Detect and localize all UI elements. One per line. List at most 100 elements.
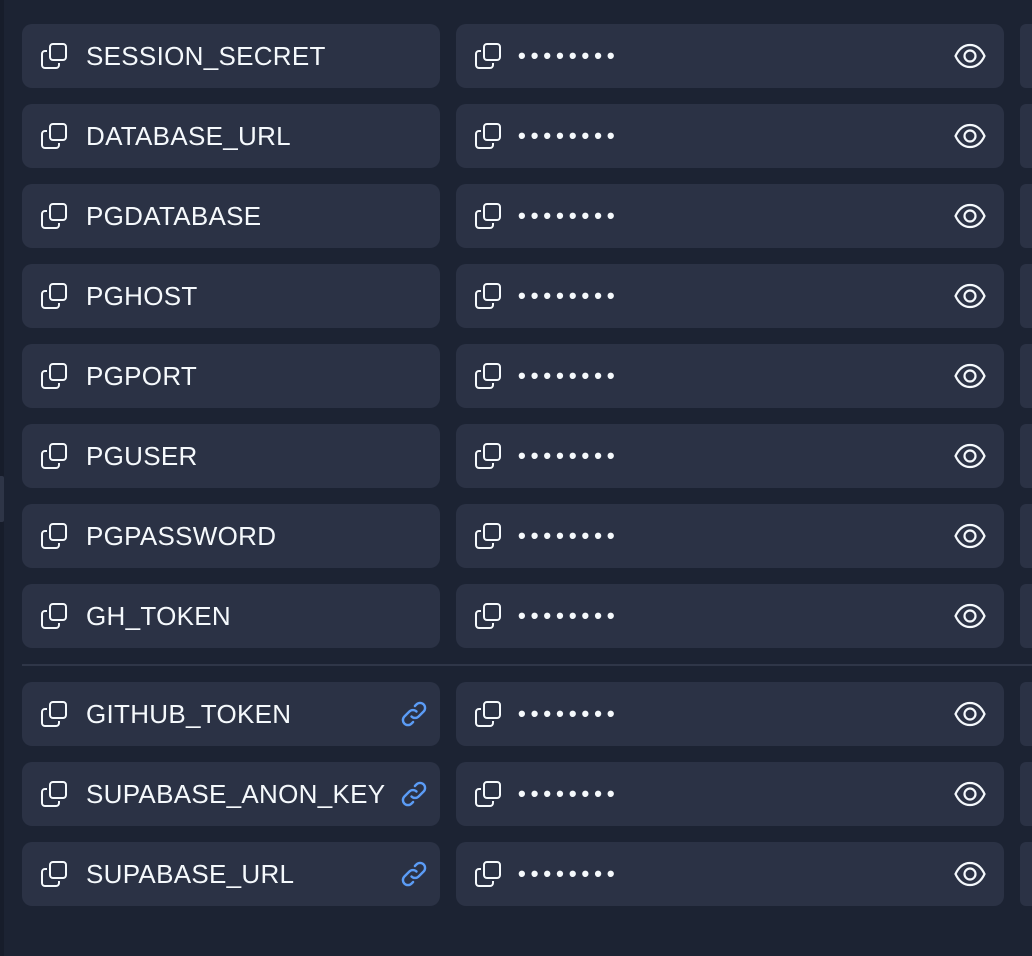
eye-icon[interactable] xyxy=(950,596,990,636)
row-actions-cell[interactable] xyxy=(1020,104,1032,168)
copy-icon[interactable] xyxy=(472,200,504,232)
secret-key-field[interactable]: PGDATABASE xyxy=(22,184,441,248)
row-actions-cell[interactable] xyxy=(1020,264,1032,328)
eye-icon[interactable] xyxy=(950,36,990,76)
copy-icon[interactable] xyxy=(472,600,504,632)
copy-icon[interactable] xyxy=(472,280,504,312)
secret-row: SUPABASE_ANON_KEY •••••••• xyxy=(22,762,1032,826)
secret-key-field[interactable]: GITHUB_TOKEN xyxy=(22,682,441,746)
secret-key-field[interactable]: PGPASSWORD xyxy=(22,504,441,568)
secret-value-field[interactable]: •••••••• xyxy=(456,104,1005,168)
secret-value-masked: •••••••• xyxy=(518,781,620,806)
panel-resize-handle[interactable] xyxy=(0,476,4,522)
secret-value-field[interactable]: •••••••• xyxy=(456,682,1005,746)
copy-icon[interactable] xyxy=(38,360,70,392)
secret-key-label: PGHOST xyxy=(86,280,198,311)
copy-icon[interactable] xyxy=(38,200,70,232)
row-actions-cell[interactable] xyxy=(1020,344,1032,408)
eye-icon[interactable] xyxy=(950,436,990,476)
copy-icon[interactable] xyxy=(472,40,504,72)
copy-icon[interactable] xyxy=(472,520,504,552)
link-icon xyxy=(396,696,432,732)
secret-key-field[interactable]: PGPORT xyxy=(22,344,441,408)
secret-row: PGPASSWORD •••••••• xyxy=(22,504,1032,568)
copy-icon[interactable] xyxy=(38,600,70,632)
copy-icon[interactable] xyxy=(38,440,70,472)
secret-value-masked: •••••••• xyxy=(518,861,620,886)
eye-icon[interactable] xyxy=(950,116,990,156)
secret-value-field[interactable]: •••••••• xyxy=(456,264,1005,328)
secret-value-field[interactable]: •••••••• xyxy=(456,762,1005,826)
secret-row: PGHOST •••••••• xyxy=(22,264,1032,328)
eye-icon[interactable] xyxy=(950,854,990,894)
eye-icon[interactable] xyxy=(950,774,990,814)
secret-key-field[interactable]: DATABASE_URL xyxy=(22,104,441,168)
secret-value-masked: •••••••• xyxy=(518,443,620,468)
secret-key-label: GITHUB_TOKEN xyxy=(86,698,292,729)
secrets-group: SESSION_SECRET •••••••• DATABASE_URL •••… xyxy=(22,24,1032,648)
copy-icon[interactable] xyxy=(472,360,504,392)
secret-value-field[interactable]: •••••••• xyxy=(456,24,1005,88)
secret-row: SUPABASE_URL •••••••• xyxy=(22,842,1032,906)
secret-value-field[interactable]: •••••••• xyxy=(456,504,1005,568)
copy-icon[interactable] xyxy=(38,280,70,312)
link-icon xyxy=(396,856,432,892)
secret-key-label: PGPASSWORD xyxy=(86,520,277,551)
linked-secrets-group: GITHUB_TOKEN •••••••• SUPABASE_ANON_KEY … xyxy=(22,682,1032,906)
eye-icon[interactable] xyxy=(950,694,990,734)
secret-value-masked: •••••••• xyxy=(518,523,620,548)
secret-key-field[interactable]: SESSION_SECRET xyxy=(22,24,441,88)
eye-icon[interactable] xyxy=(950,356,990,396)
row-actions-cell[interactable] xyxy=(1020,584,1032,648)
secret-key-label: PGPORT xyxy=(86,360,198,391)
secret-row: GITHUB_TOKEN •••••••• xyxy=(22,682,1032,746)
linked-secrets-divider xyxy=(22,664,1032,666)
secret-value-masked: •••••••• xyxy=(518,603,620,628)
secret-key-field[interactable]: SUPABASE_URL xyxy=(22,842,441,906)
secret-key-label: PGUSER xyxy=(86,440,198,471)
secret-row: PGPORT •••••••• xyxy=(22,344,1032,408)
secret-row: SESSION_SECRET •••••••• xyxy=(22,24,1032,88)
secret-value-field[interactable]: •••••••• xyxy=(456,344,1005,408)
copy-icon[interactable] xyxy=(38,858,70,890)
secret-value-field[interactable]: •••••••• xyxy=(456,184,1005,248)
secret-row: PGUSER •••••••• xyxy=(22,424,1032,488)
row-actions-cell[interactable] xyxy=(1020,842,1032,906)
secret-value-field[interactable]: •••••••• xyxy=(456,584,1005,648)
row-actions-cell[interactable] xyxy=(1020,424,1032,488)
copy-icon[interactable] xyxy=(472,858,504,890)
copy-icon[interactable] xyxy=(38,778,70,810)
secret-value-masked: •••••••• xyxy=(518,123,620,148)
secret-key-field[interactable]: SUPABASE_ANON_KEY xyxy=(22,762,441,826)
copy-icon[interactable] xyxy=(38,40,70,72)
secret-key-label: SESSION_SECRET xyxy=(86,40,326,71)
row-actions-cell[interactable] xyxy=(1020,682,1032,746)
copy-icon[interactable] xyxy=(38,120,70,152)
secret-key-label: PGDATABASE xyxy=(86,200,262,231)
secret-value-masked: •••••••• xyxy=(518,701,620,726)
secret-key-field[interactable]: PGHOST xyxy=(22,264,441,328)
eye-icon[interactable] xyxy=(950,276,990,316)
copy-icon[interactable] xyxy=(472,440,504,472)
eye-icon[interactable] xyxy=(950,196,990,236)
secret-value-field[interactable]: •••••••• xyxy=(456,842,1005,906)
eye-icon[interactable] xyxy=(950,516,990,556)
copy-icon[interactable] xyxy=(472,698,504,730)
secret-value-masked: •••••••• xyxy=(518,363,620,388)
secret-value-field[interactable]: •••••••• xyxy=(456,424,1005,488)
row-actions-cell[interactable] xyxy=(1020,184,1032,248)
secret-value-masked: •••••••• xyxy=(518,203,620,228)
secret-row: GH_TOKEN •••••••• xyxy=(22,584,1032,648)
secret-key-label: SUPABASE_ANON_KEY xyxy=(86,778,386,809)
row-actions-cell[interactable] xyxy=(1020,762,1032,826)
secrets-panel: SESSION_SECRET •••••••• DATABASE_URL •••… xyxy=(0,0,1032,956)
row-actions-cell[interactable] xyxy=(1020,504,1032,568)
copy-icon[interactable] xyxy=(472,120,504,152)
copy-icon[interactable] xyxy=(38,520,70,552)
row-actions-cell[interactable] xyxy=(1020,24,1032,88)
secret-key-field[interactable]: GH_TOKEN xyxy=(22,584,441,648)
secret-key-field[interactable]: PGUSER xyxy=(22,424,441,488)
copy-icon[interactable] xyxy=(38,698,70,730)
secret-row: DATABASE_URL •••••••• xyxy=(22,104,1032,168)
copy-icon[interactable] xyxy=(472,778,504,810)
